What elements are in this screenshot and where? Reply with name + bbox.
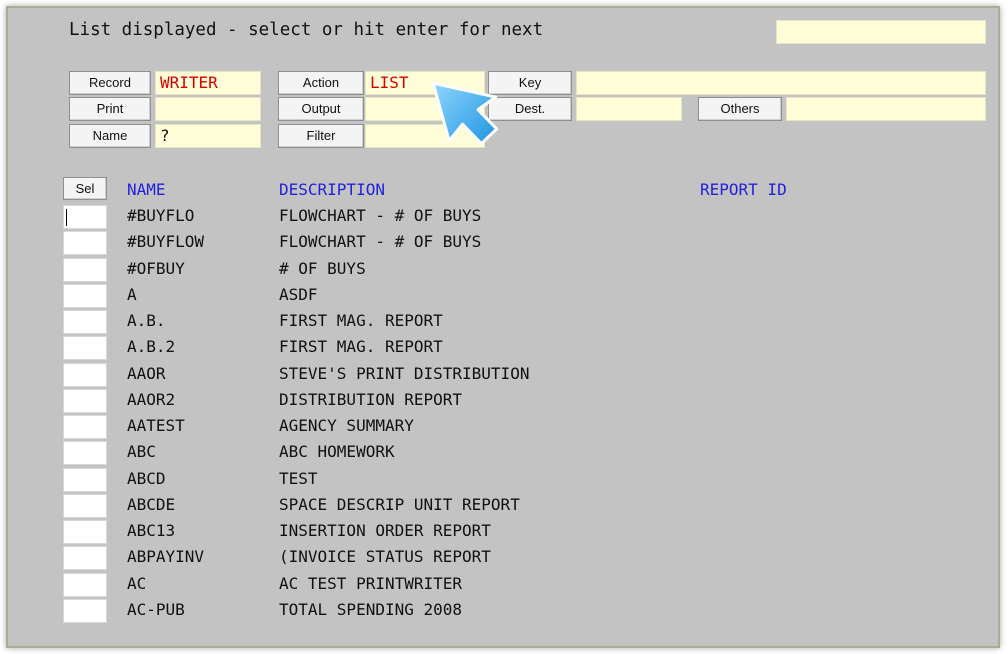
row-select-field[interactable]	[63, 599, 107, 623]
row-name: #BUYFLOW	[127, 232, 205, 251]
row-select-field[interactable]	[63, 441, 107, 465]
key-field[interactable]	[576, 71, 986, 95]
name-button[interactable]: Name	[69, 124, 151, 148]
action-button[interactable]: Action	[278, 71, 364, 95]
row-select-field[interactable]	[63, 520, 107, 544]
row-select-field[interactable]	[63, 231, 107, 255]
row-select-field[interactable]	[63, 336, 107, 360]
row-name: AAOR	[127, 364, 166, 383]
row-description: (INVOICE STATUS REPORT	[279, 547, 491, 566]
row-select-field[interactable]	[63, 468, 107, 492]
row-description: FIRST MAG. REPORT	[279, 337, 443, 356]
top-right-field[interactable]	[776, 20, 986, 44]
others-field[interactable]	[786, 97, 986, 121]
row-description: FIRST MAG. REPORT	[279, 311, 443, 330]
text-cursor	[66, 209, 67, 226]
row-description: AC TEST PRINTWRITER	[279, 574, 463, 593]
status-message: List displayed - select or hit enter for…	[69, 20, 544, 40]
row-description: DISTRIBUTION REPORT	[279, 390, 463, 409]
row-description: INSERTION ORDER REPORT	[279, 521, 491, 540]
row-name: A.B.	[127, 311, 166, 330]
row-name: ABCDE	[127, 495, 176, 514]
row-description: ASDF	[279, 285, 318, 304]
column-header-name: NAME	[127, 180, 166, 199]
row-name: AAOR2	[127, 390, 176, 409]
row-description: AGENCY SUMMARY	[279, 416, 414, 435]
row-name: #BUYFLO	[127, 206, 195, 225]
sel-button[interactable]: Sel	[63, 177, 107, 200]
print-field[interactable]	[155, 97, 261, 121]
row-description: TEST	[279, 469, 318, 488]
row-name: ABCD	[127, 469, 166, 488]
row-name: AATEST	[127, 416, 185, 435]
name-field[interactable]: ?	[155, 124, 261, 148]
print-button[interactable]: Print	[69, 97, 151, 121]
row-name: A.B.2	[127, 337, 176, 356]
row-select-field[interactable]	[63, 363, 107, 387]
row-select-field[interactable]	[63, 389, 107, 413]
row-name: AC	[127, 574, 147, 593]
row-name: AC-PUB	[127, 600, 185, 619]
row-description: SPACE DESCRIP UNIT REPORT	[279, 495, 520, 514]
row-name: ABPAYINV	[127, 547, 205, 566]
row-name: #OFBUY	[127, 259, 185, 278]
row-name: A	[127, 285, 137, 304]
row-name: ABC13	[127, 521, 176, 540]
row-select-field[interactable]	[63, 284, 107, 308]
record-button[interactable]: Record	[69, 71, 151, 95]
row-select-field[interactable]	[63, 205, 107, 229]
terminal-window: List displayed - select or hit enter for…	[6, 6, 1000, 648]
row-select-field[interactable]	[63, 310, 107, 334]
row-description: # OF BUYS	[279, 259, 366, 278]
others-button[interactable]: Others	[698, 97, 782, 121]
output-button[interactable]: Output	[278, 97, 364, 121]
row-name: ABC	[127, 442, 156, 461]
filter-button[interactable]: Filter	[278, 124, 364, 148]
row-description: TOTAL SPENDING 2008	[279, 600, 463, 619]
row-description: FLOWCHART - # OF BUYS	[279, 206, 482, 225]
row-select-field[interactable]	[63, 494, 107, 518]
row-select-field[interactable]	[63, 258, 107, 282]
record-field[interactable]: WRITER	[155, 71, 261, 95]
row-description: STEVE'S PRINT DISTRIBUTION	[279, 364, 530, 383]
row-select-field[interactable]	[63, 573, 107, 597]
row-select-field[interactable]	[63, 415, 107, 439]
row-description: ABC HOMEWORK	[279, 442, 395, 461]
row-select-field[interactable]	[63, 546, 107, 570]
row-description: FLOWCHART - # OF BUYS	[279, 232, 482, 251]
arrow-callout-icon	[431, 81, 499, 146]
column-header-description: DESCRIPTION	[279, 180, 385, 199]
column-header-report-id: REPORT ID	[700, 180, 787, 199]
dest-field[interactable]	[576, 97, 682, 121]
